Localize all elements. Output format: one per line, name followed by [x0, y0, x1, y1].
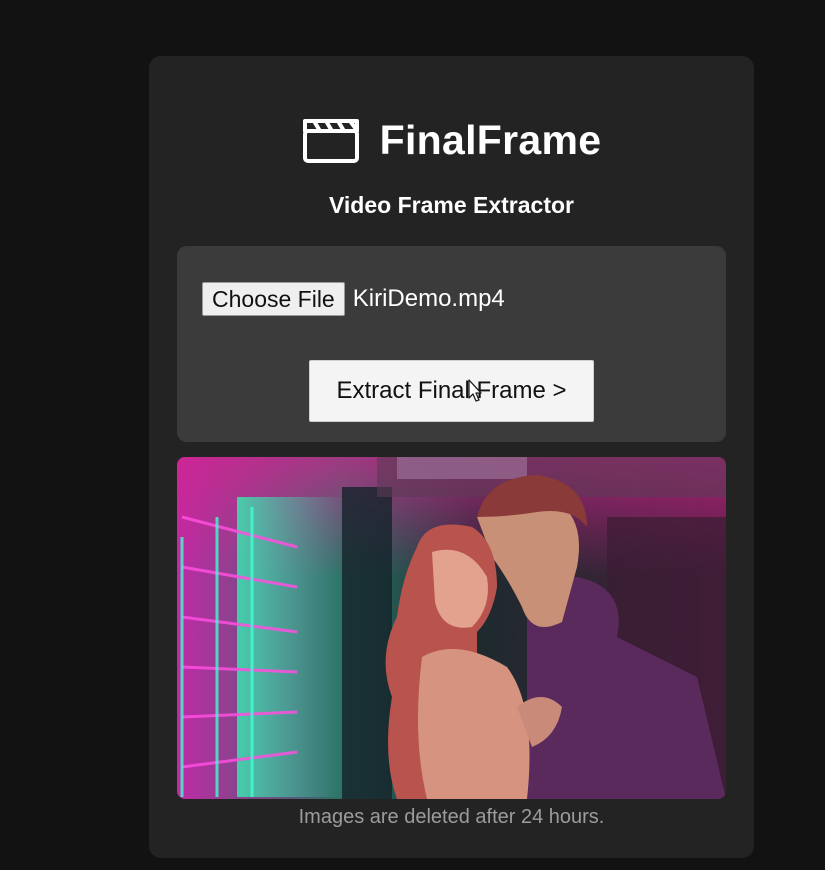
- selected-file-name: KiriDemo.mp4: [352, 285, 505, 312]
- extracted-frame-image: [177, 457, 726, 799]
- app-title: FinalFrame: [379, 116, 602, 163]
- brand-header: FinalFrame: [149, 116, 754, 164]
- choose-file-button[interactable]: Choose File: [202, 282, 345, 316]
- app-subtitle: Video Frame Extractor: [328, 192, 574, 218]
- upload-panel: Choose File KiriDemo.mp4 Extract Final F…: [177, 246, 726, 442]
- main-card: FinalFrame Video Frame Extractor Choose …: [149, 56, 754, 858]
- extract-final-frame-button[interactable]: Extract Final Frame >: [309, 360, 594, 422]
- file-input: Choose File KiriDemo.mp4: [202, 282, 505, 316]
- clapperboard-icon: [302, 116, 360, 164]
- deletion-notice: Images are deleted after 24 hours.: [298, 806, 605, 828]
